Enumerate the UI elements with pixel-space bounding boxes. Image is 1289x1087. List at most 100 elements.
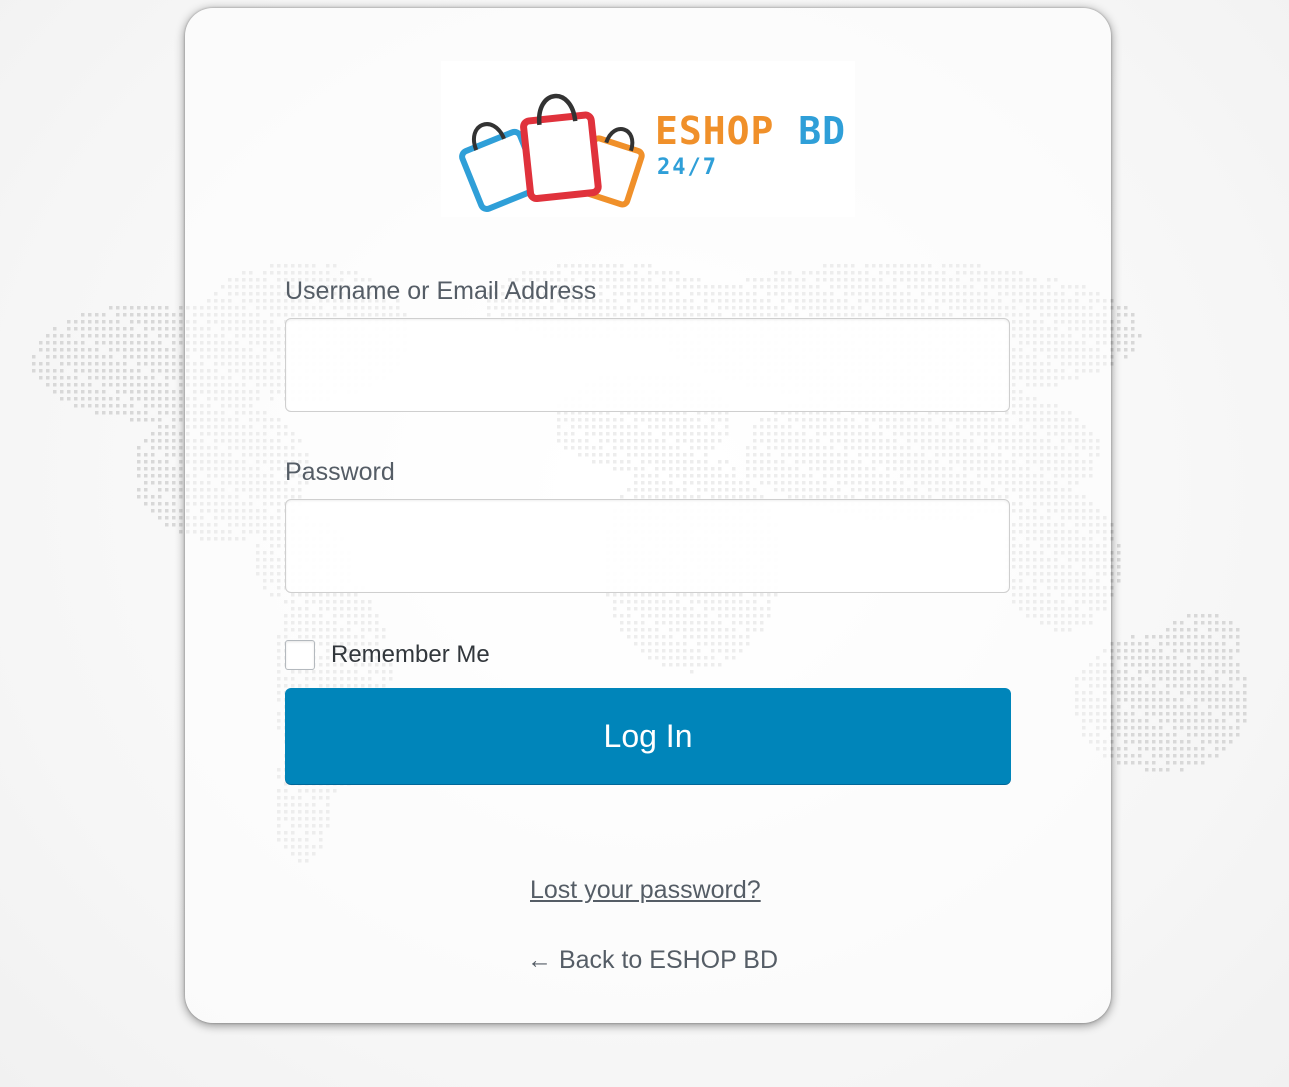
map-dot (116, 369, 120, 373)
map-dot (1208, 614, 1212, 618)
map-dot (179, 460, 183, 464)
map-dot (1180, 684, 1184, 688)
map-dot (116, 306, 120, 310)
map-dot (165, 502, 169, 506)
map-dot (1229, 733, 1233, 737)
map-dot (165, 453, 169, 457)
map-dot (1229, 712, 1233, 716)
map-dot (172, 488, 176, 492)
map-dot (1152, 712, 1156, 716)
map-dot (1201, 649, 1205, 653)
map-dot (1173, 670, 1177, 674)
map-dot (165, 334, 169, 338)
map-dot (1166, 635, 1170, 639)
map-dot (1131, 733, 1135, 737)
map-dot (1117, 565, 1121, 569)
map-dot (137, 334, 141, 338)
map-dot (1117, 754, 1121, 758)
map-dot (1152, 754, 1156, 758)
map-dot (158, 418, 162, 422)
map-dot (165, 397, 169, 401)
map-dot (179, 404, 183, 408)
map-dot (1222, 663, 1226, 667)
map-dot (1138, 747, 1142, 751)
map-dot (1187, 761, 1191, 765)
map-dot (1215, 642, 1219, 646)
map-dot (1187, 614, 1191, 618)
map-dot (88, 355, 92, 359)
map-dot (1229, 726, 1233, 730)
map-dot (172, 348, 176, 352)
map-dot (130, 411, 134, 415)
map-dot (137, 376, 141, 380)
map-dot (53, 390, 57, 394)
map-dot (1243, 691, 1247, 695)
map-dot (1208, 621, 1212, 625)
map-dot (109, 341, 113, 345)
map-dot (1145, 761, 1149, 765)
map-dot (1215, 726, 1219, 730)
map-dot (1236, 628, 1240, 632)
map-dot (74, 376, 78, 380)
map-dot (116, 334, 120, 338)
map-dot (60, 369, 64, 373)
map-dot (1187, 684, 1191, 688)
map-dot (95, 320, 99, 324)
map-dot (179, 411, 183, 415)
map-dot (1173, 663, 1177, 667)
map-dot (1145, 768, 1149, 772)
map-dot (1215, 656, 1219, 660)
map-dot (1131, 684, 1135, 688)
map-dot (144, 502, 148, 506)
map-dot (144, 404, 148, 408)
map-dot (109, 411, 113, 415)
map-dot (130, 327, 134, 331)
map-dot (1180, 747, 1184, 751)
map-dot (1138, 642, 1142, 646)
map-dot (137, 411, 141, 415)
map-dot (1159, 754, 1163, 758)
map-dot (1187, 712, 1191, 716)
map-dot (1166, 761, 1170, 765)
map-dot (1180, 691, 1184, 695)
map-dot (1124, 663, 1128, 667)
map-dot (1187, 754, 1191, 758)
map-dot (151, 460, 155, 464)
map-dot (172, 341, 176, 345)
map-dot (81, 362, 85, 366)
map-dot (1229, 649, 1233, 653)
map-dot (158, 411, 162, 415)
map-dot (88, 334, 92, 338)
map-dot (123, 313, 127, 317)
map-dot (137, 341, 141, 345)
map-dot (88, 348, 92, 352)
map-dot (1222, 691, 1226, 695)
map-dot (1173, 642, 1177, 646)
map-dot (1236, 691, 1240, 695)
map-dot (1124, 649, 1128, 653)
map-dot (102, 334, 106, 338)
map-dot (88, 397, 92, 401)
map-dot (88, 320, 92, 324)
map-dot (1152, 740, 1156, 744)
map-dot (1180, 719, 1184, 723)
map-dot (116, 327, 120, 331)
map-dot (165, 404, 169, 408)
map-dot (172, 516, 176, 520)
map-dot (1124, 334, 1128, 338)
map-dot (179, 481, 183, 485)
map-dot (172, 320, 176, 324)
map-dot (172, 355, 176, 359)
map-dot (158, 516, 162, 520)
map-dot (60, 390, 64, 394)
map-dot (1152, 726, 1156, 730)
map-dot (165, 523, 169, 527)
map-dot (1124, 656, 1128, 660)
map-dot (1152, 698, 1156, 702)
map-dot (165, 460, 169, 464)
map-dot (67, 355, 71, 359)
map-dot (102, 327, 106, 331)
map-dot (137, 418, 141, 422)
map-dot (1194, 670, 1198, 674)
map-dot (151, 474, 155, 478)
